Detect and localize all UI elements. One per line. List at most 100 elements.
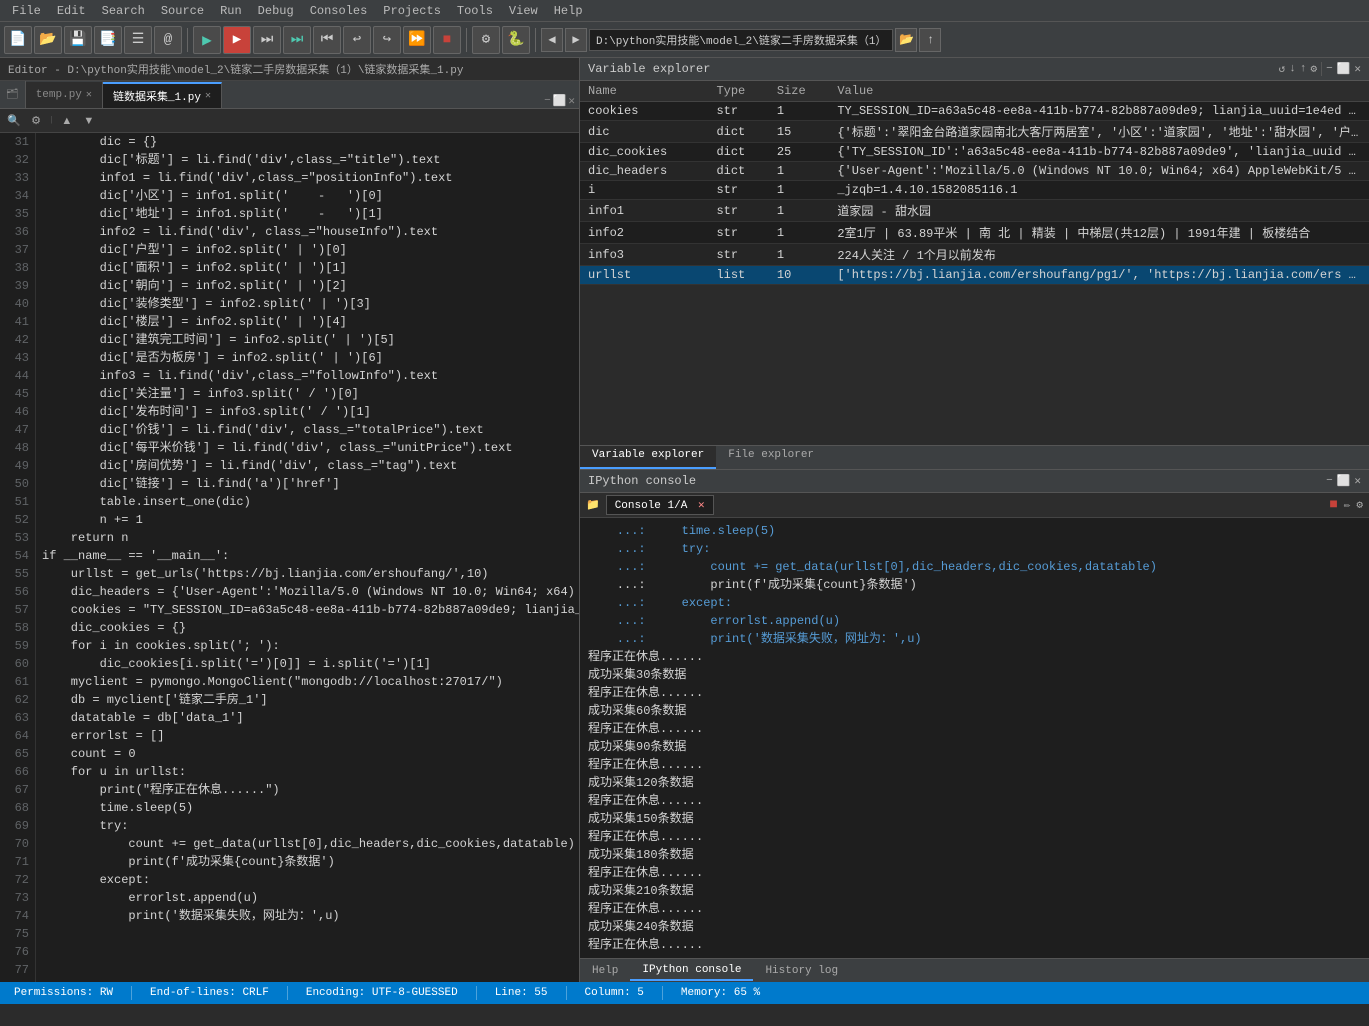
code-line-74[interactable]: errorlst = [] bbox=[40, 727, 575, 745]
menu-view[interactable]: View bbox=[501, 2, 546, 20]
save-all-button[interactable]: 📑 bbox=[94, 26, 122, 54]
tab-main-close[interactable]: ✕ bbox=[205, 90, 211, 102]
code-line-36[interactable]: info2 = li.find('div', class_="houseInfo… bbox=[40, 223, 575, 241]
code-line-69[interactable]: myclient = pymongo.MongoClient("mongodb:… bbox=[40, 673, 575, 691]
console-tab-1[interactable]: Console 1/A ✕ bbox=[606, 495, 714, 515]
code-line-45[interactable]: dic['关注量'] = info3.split(' / ')[0] bbox=[40, 385, 575, 403]
code-line-43[interactable]: dic['是否为板房'] = info2.split(' | ')[6] bbox=[40, 349, 575, 367]
code-line-41[interactable]: dic['楼层'] = info2.split(' | ')[4] bbox=[40, 313, 575, 331]
tab-file-explorer[interactable]: File explorer bbox=[716, 446, 826, 469]
variable-row-info3[interactable]: info3 str 1 224人关注 / 1个月以前发布 bbox=[580, 244, 1369, 266]
at-button[interactable]: @ bbox=[154, 26, 182, 54]
toggle-btn[interactable]: ⚙ bbox=[26, 112, 46, 130]
var-explorer-settings[interactable]: ⚙ bbox=[1310, 62, 1317, 76]
var-explorer-close[interactable]: ✕ bbox=[1354, 62, 1361, 76]
editor-minimize[interactable]: − bbox=[544, 95, 551, 107]
code-line-78[interactable]: time.sleep(5) bbox=[40, 799, 575, 817]
profile-button[interactable]: ⚙ bbox=[472, 26, 500, 54]
save-button[interactable]: 💾 bbox=[64, 26, 92, 54]
continue-button[interactable]: ⏩ bbox=[403, 26, 431, 54]
code-line-66[interactable]: for i in cookies.split('; '): bbox=[40, 637, 575, 655]
code-line-44[interactable]: info3 = li.find('div',class_="followInfo… bbox=[40, 367, 575, 385]
collapse-btn[interactable]: ▲ bbox=[57, 112, 77, 130]
run-cell-button[interactable]: ▶ bbox=[223, 26, 251, 54]
code-line-65[interactable]: dic_cookies = {} bbox=[40, 619, 575, 637]
console-dir-btn[interactable]: 📁 bbox=[586, 498, 600, 512]
code-line-62[interactable]: dic_headers = {'User-Agent':'Mozilla/5.0… bbox=[40, 583, 575, 601]
menu-consoles[interactable]: Consoles bbox=[302, 2, 376, 20]
code-line-32[interactable]: dic['标题'] = li.find('div',class_="title"… bbox=[40, 151, 575, 169]
code-line-53[interactable]: return n bbox=[40, 529, 575, 547]
code-line-64[interactable]: cookies = "TY_SESSION_ID=a63a5c48-ee8a-4… bbox=[40, 601, 575, 619]
file-tree-icon[interactable]: 🗂 bbox=[6, 89, 19, 101]
stop-console-btn[interactable]: ■ bbox=[1329, 497, 1337, 513]
code-line-75[interactable]: count = 0 bbox=[40, 745, 575, 763]
search-code-btn[interactable]: 🔍 bbox=[4, 112, 24, 130]
tab-ipython-console[interactable]: IPython console bbox=[630, 961, 753, 981]
menu-help[interactable]: Help bbox=[546, 2, 591, 20]
console-tab-close[interactable]: ✕ bbox=[698, 500, 705, 512]
code-line-76[interactable]: for u in urllst: bbox=[40, 763, 575, 781]
debug-button[interactable]: ⏭ bbox=[283, 26, 311, 54]
menu-source[interactable]: Source bbox=[153, 2, 212, 20]
code-line-80[interactable]: count += get_data(urllst[0],dic_headers,… bbox=[40, 835, 575, 853]
edit-console-btn[interactable]: ✏ bbox=[1344, 498, 1351, 512]
code-line-49[interactable]: dic['房间优势'] = li.find('div', class_="tag… bbox=[40, 457, 575, 475]
code-line-77[interactable]: print("程序正在休息......") bbox=[40, 781, 575, 799]
code-line-50[interactable]: dic['链接'] = li.find('a')['href'] bbox=[40, 475, 575, 493]
code-line-60[interactable]: urllst = get_urls('https://bj.lianjia.co… bbox=[40, 565, 575, 583]
menu-tools[interactable]: Tools bbox=[449, 2, 501, 20]
code-line-48[interactable]: dic['每平米价钱'] = li.find('div', class_="un… bbox=[40, 439, 575, 457]
console-minimize[interactable]: − bbox=[1326, 475, 1333, 487]
code-editor[interactable]: 3132333435363738394041424344454647484950… bbox=[0, 133, 579, 982]
variable-row-i[interactable]: i str 1 _jzqb=1.4.10.1582085116.1 bbox=[580, 181, 1369, 200]
code-line-38[interactable]: dic['面积'] = info2.split(' | ')[1] bbox=[40, 259, 575, 277]
stop-button[interactable]: ■ bbox=[433, 26, 461, 54]
var-explorer-export[interactable]: ↑ bbox=[1300, 63, 1307, 75]
code-line-35[interactable]: dic['地址'] = info1.split(' - ')[1] bbox=[40, 205, 575, 223]
variable-row-dic_headers[interactable]: dic_headers dict 1 {'User-Agent':'Mozill… bbox=[580, 162, 1369, 181]
step-into-button[interactable]: ↩ bbox=[343, 26, 371, 54]
code-line-33[interactable]: info1 = li.find('div',class_="positionIn… bbox=[40, 169, 575, 187]
menu-run[interactable]: Run bbox=[212, 2, 250, 20]
code-line-52[interactable]: n += 1 bbox=[40, 511, 575, 529]
code-line-79[interactable]: try: bbox=[40, 817, 575, 835]
var-explorer-import[interactable]: ↓ bbox=[1289, 63, 1296, 75]
code-line-47[interactable]: dic['价钱'] = li.find('div', class_="total… bbox=[40, 421, 575, 439]
code-line-40[interactable]: dic['装修类型'] = info2.split(' | ')[3] bbox=[40, 295, 575, 313]
code-line-82[interactable]: except: bbox=[40, 871, 575, 889]
code-line-70[interactable]: db = myclient['链家二手房_1'] bbox=[40, 691, 575, 709]
expand-btn[interactable]: ▼ bbox=[79, 112, 99, 130]
code-line-84[interactable]: print('数据采集失败，网址为：',u) bbox=[40, 907, 575, 925]
code-line-34[interactable]: dic['小区'] = info1.split(' - ')[0] bbox=[40, 187, 575, 205]
menu-debug[interactable]: Debug bbox=[250, 2, 302, 20]
code-line-67[interactable]: dic_cookies[i.split('=')[0]] = i.split('… bbox=[40, 655, 575, 673]
code-line-51[interactable]: table.insert_one(dic) bbox=[40, 493, 575, 511]
run-selection-button[interactable]: ⏭ bbox=[253, 26, 281, 54]
navigate-button[interactable]: ↑ bbox=[919, 28, 941, 52]
tab-variable-explorer[interactable]: Variable explorer bbox=[580, 446, 716, 469]
code-line-46[interactable]: dic['发布时间'] = info3.split(' / ')[1] bbox=[40, 403, 575, 421]
tab-main-py[interactable]: 链数据采集_1.py ✕ bbox=[103, 82, 222, 108]
console-maximize[interactable]: ⬜ bbox=[1337, 474, 1351, 488]
code-line-31[interactable]: dic = {} bbox=[40, 133, 575, 151]
menu-file[interactable]: File bbox=[4, 2, 49, 20]
editor-maximize[interactable]: ⬜ bbox=[553, 94, 567, 108]
code-line-83[interactable]: errorlst.append(u) bbox=[40, 889, 575, 907]
back-button[interactable]: ◀ bbox=[541, 28, 563, 52]
variable-row-cookies[interactable]: cookies str 1 TY_SESSION_ID=a63a5c48-ee8… bbox=[580, 102, 1369, 121]
menu-edit[interactable]: Edit bbox=[49, 2, 94, 20]
variable-row-info1[interactable]: info1 str 1 道家园 - 甜水园 bbox=[580, 200, 1369, 222]
python-button[interactable]: 🐍 bbox=[502, 26, 530, 54]
menu-search[interactable]: Search bbox=[94, 2, 153, 20]
browse-button[interactable]: 📂 bbox=[895, 28, 917, 52]
run-button[interactable]: ▶ bbox=[193, 26, 221, 54]
code-line-81[interactable]: print(f'成功采集{count}条数据') bbox=[40, 853, 575, 871]
code-line-71[interactable]: datatable = db['data_1'] bbox=[40, 709, 575, 727]
variable-row-urllst[interactable]: urllst list 10 ['https://bj.lianjia.com/… bbox=[580, 266, 1369, 285]
variable-row-dic[interactable]: dic dict 15 {'标题':'翠阳金台路道家园南北大客厅两居室', '小… bbox=[580, 121, 1369, 143]
variable-row-dic_cookies[interactable]: dic_cookies dict 25 {'TY_SESSION_ID':'a6… bbox=[580, 143, 1369, 162]
tab-temp-py[interactable]: temp.py ✕ bbox=[26, 82, 103, 108]
tab-history-log[interactable]: History log bbox=[753, 962, 850, 980]
tab-help[interactable]: Help bbox=[580, 962, 630, 980]
